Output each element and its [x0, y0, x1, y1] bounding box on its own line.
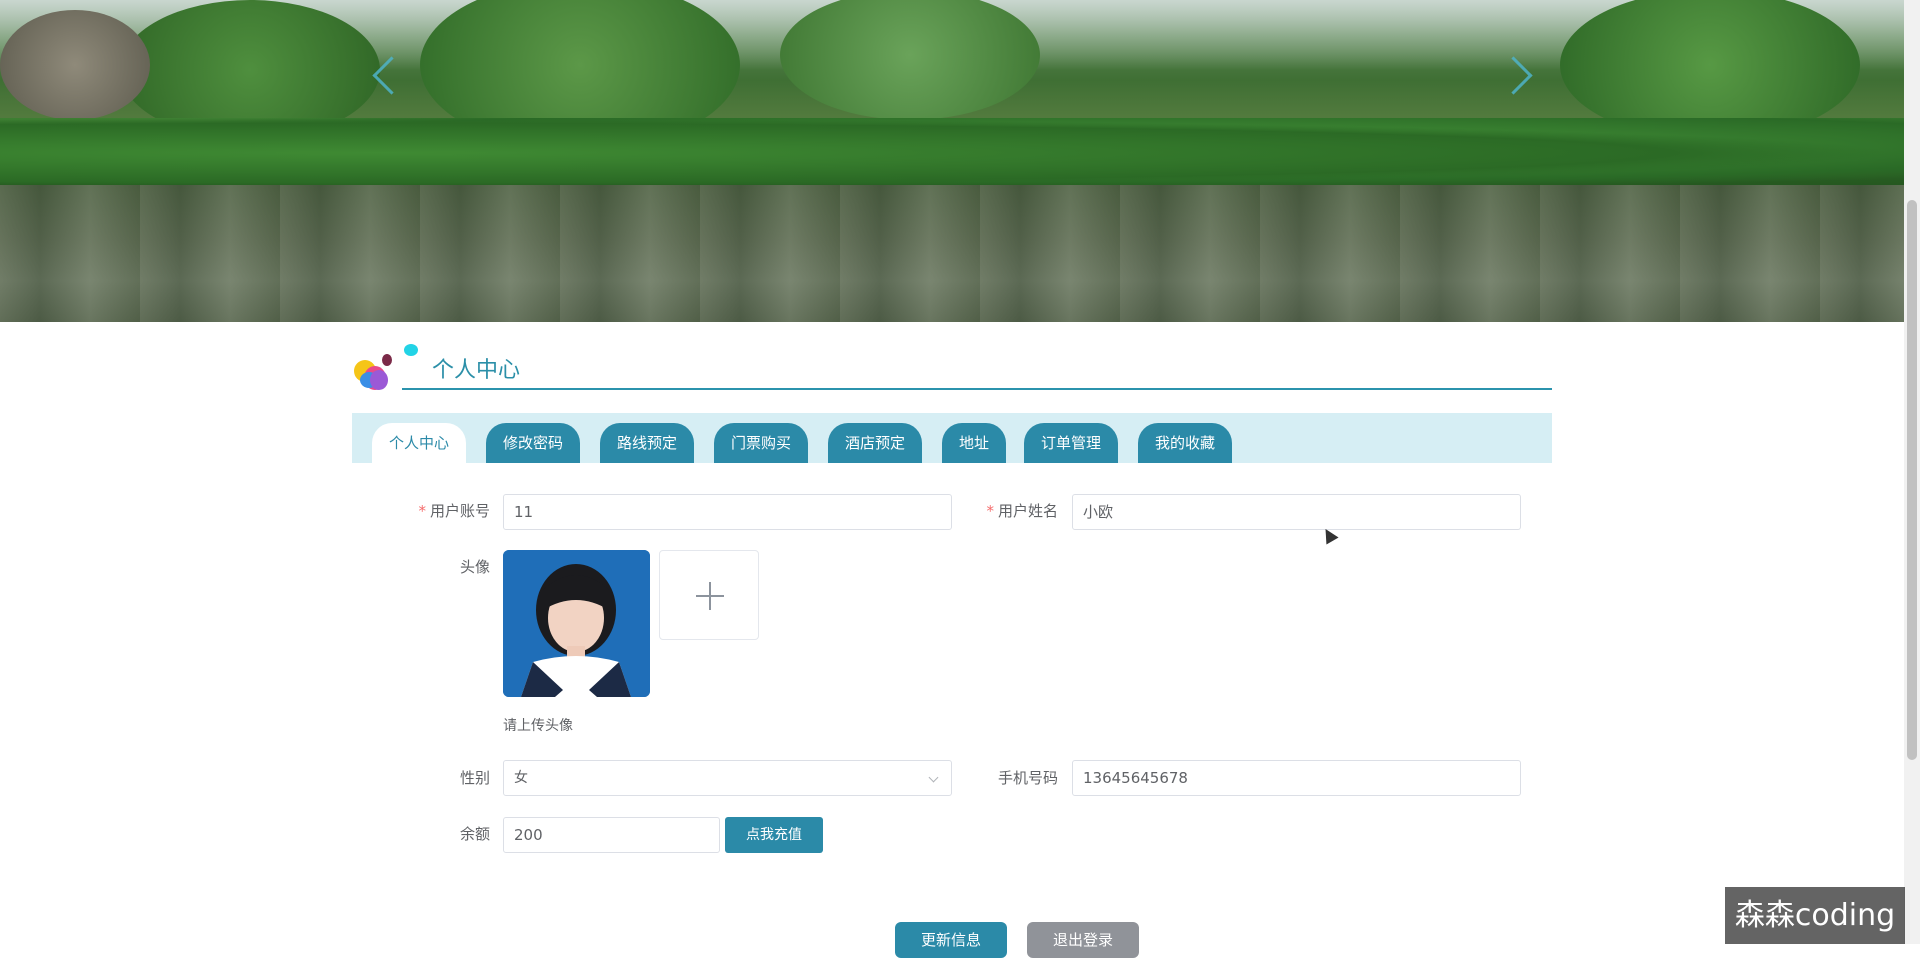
phone-input[interactable]: 13645645678: [1072, 760, 1521, 796]
chevron-down-icon: [928, 772, 939, 783]
avatar-label: 头像: [459, 558, 490, 576]
logout-button[interactable]: 退出登录: [1027, 922, 1139, 958]
tab-route-booking[interactable]: 路线预定: [600, 423, 694, 463]
banner-hedge: [0, 118, 1904, 188]
section-header: 个人中心: [352, 342, 1552, 392]
balance-input[interactable]: 200: [503, 817, 720, 853]
banner-carousel: [0, 0, 1904, 322]
name-input[interactable]: 小欧: [1072, 494, 1521, 530]
avatar-image[interactable]: [503, 550, 650, 697]
balance-label: 余额: [459, 825, 490, 843]
avatar-upload-button[interactable]: [659, 550, 759, 640]
account-input[interactable]: 11: [503, 494, 952, 530]
tab-bar: 个人中心 修改密码 路线预定 门票购买 酒店预定 地址 订单管理 我的收藏: [352, 413, 1552, 463]
tab-hotel-booking[interactable]: 酒店预定: [828, 423, 922, 463]
gender-select[interactable]: 女: [503, 760, 952, 796]
phone-label: 手机号码: [997, 769, 1058, 787]
colorful-dots-icon: [352, 342, 418, 392]
page-scrollbar[interactable]: [1904, 0, 1920, 944]
account-label-text: 用户账号: [429, 502, 490, 520]
title-underline: [402, 388, 1552, 390]
required-mark: *: [986, 502, 994, 520]
recharge-button[interactable]: 点我充值: [725, 817, 823, 853]
watermark: 森森coding: [1725, 887, 1905, 944]
page-title: 个人中心: [432, 358, 521, 383]
tab-personal-center[interactable]: 个人中心: [372, 423, 466, 463]
gender-label: 性别: [459, 769, 490, 787]
name-label: * 用户姓名: [948, 500, 1058, 521]
banner-water: [0, 185, 1904, 322]
scrollbar-thumb[interactable]: [1907, 200, 1917, 760]
tab-my-favorites[interactable]: 我的收藏: [1138, 423, 1232, 463]
plus-icon: [709, 582, 711, 610]
banner-tree: [780, 0, 1040, 120]
banner-tree: [0, 10, 150, 120]
tab-address[interactable]: 地址: [942, 423, 1006, 463]
tab-ticket-purchase[interactable]: 门票购买: [714, 423, 808, 463]
avatar-upload-hint: 请上传头像: [503, 718, 573, 734]
gender-selected-value: 女: [514, 770, 528, 786]
tab-order-management[interactable]: 订单管理: [1024, 423, 1118, 463]
name-label-text: 用户姓名: [997, 502, 1058, 520]
tab-change-password[interactable]: 修改密码: [486, 423, 580, 463]
required-mark: *: [418, 502, 426, 520]
account-label: * 用户账号: [380, 500, 490, 521]
update-info-button[interactable]: 更新信息: [895, 922, 1007, 958]
